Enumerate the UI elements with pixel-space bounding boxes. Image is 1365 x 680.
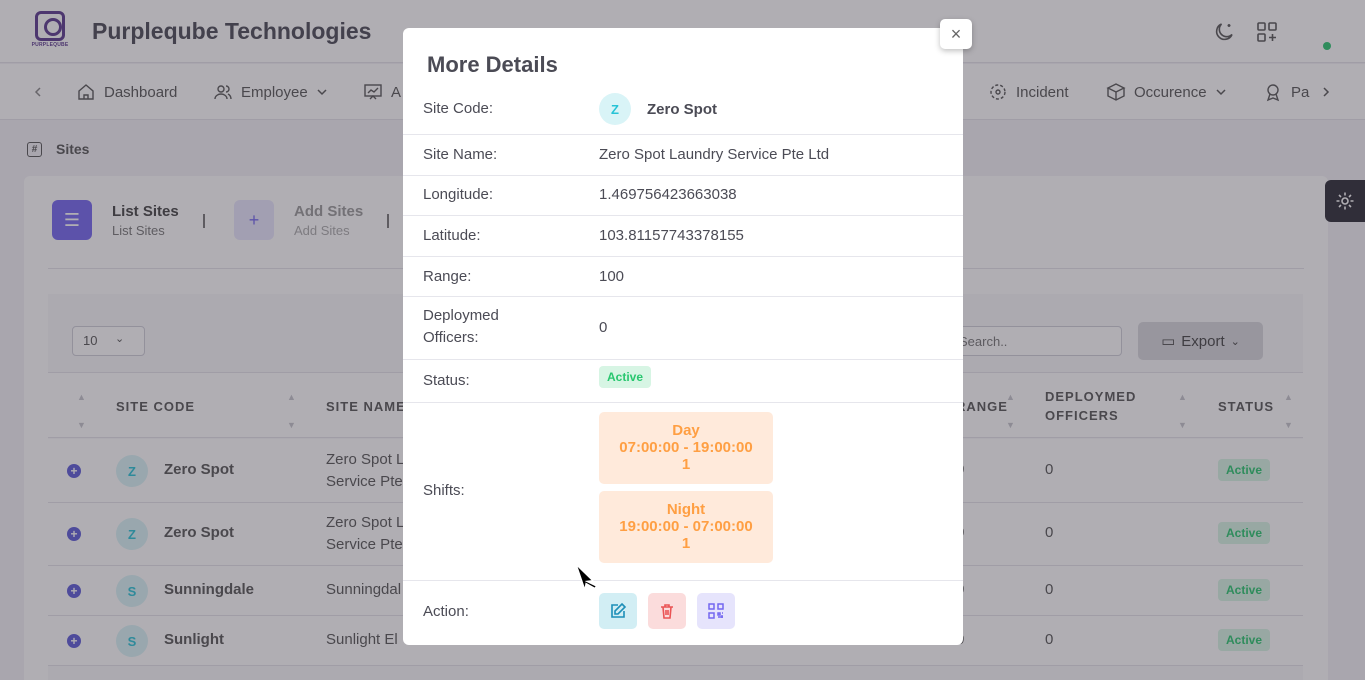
shift-card-day: Day 07:00:00 - 19:00:00 1 — [599, 412, 773, 484]
site-code-value: Zero Spot — [647, 100, 717, 118]
detail-row-latitude: Latitude: 103.81157743378155 — [403, 216, 963, 257]
shift-card-night: Night 19:00:00 - 07:00:00 1 — [599, 491, 773, 563]
modal-title: More Details — [427, 52, 558, 77]
status-badge: Active — [599, 366, 652, 388]
range-value: 100 — [599, 268, 625, 285]
detail-row-status: Status: Active — [403, 360, 963, 403]
avatar: Z — [599, 93, 631, 125]
detail-row-range: Range: 100 — [403, 257, 963, 297]
detail-row-site-code: Site Code: Z Zero Spot — [403, 88, 963, 135]
longitude-value: 1.469756423663038 — [599, 186, 737, 203]
qr-code-icon — [708, 603, 724, 619]
detail-row-longitude: Longitude: 1.469756423663038 — [403, 176, 963, 216]
deployed-officers-value: 0 — [599, 319, 608, 336]
detail-row-site-name: Site Name: Zero Spot Laundry Service Pte… — [403, 135, 963, 176]
edit-icon — [611, 602, 627, 618]
latitude-value: 103.81157743378155 — [599, 227, 744, 244]
detail-row-action: Action: — [403, 581, 963, 645]
close-modal-button[interactable]: × — [940, 19, 972, 49]
more-details-modal: More Details Site Code: Z Zero Spot Site… — [403, 28, 963, 645]
edit-button[interactable] — [599, 593, 637, 629]
cursor-arrow-icon — [575, 564, 598, 592]
delete-button[interactable] — [648, 593, 686, 629]
detail-row-deployed-officers: Deploymed Officers: 0 — [403, 297, 963, 360]
qr-code-button[interactable] — [697, 593, 735, 629]
trash-icon — [661, 604, 673, 619]
detail-row-shifts: Shifts: Day 07:00:00 - 19:00:00 1 Night … — [403, 403, 963, 581]
site-name-value: Zero Spot Laundry Service Pte Ltd — [599, 146, 830, 163]
